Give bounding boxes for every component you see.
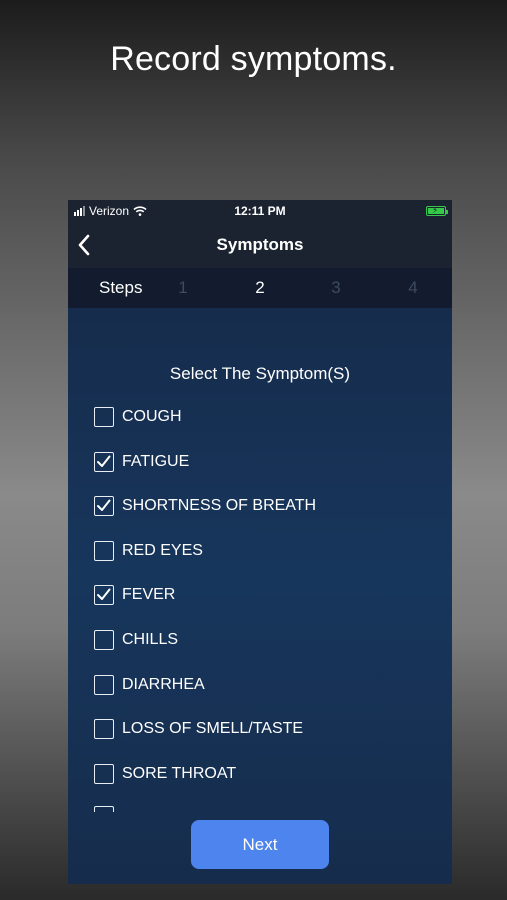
symptom-label: FEVER [122,586,176,604]
checkbox-checked[interactable] [94,451,114,472]
symptom-label: DIARRHEA [122,675,205,693]
checkmark-icon [97,455,111,467]
checkmark-icon [97,499,111,512]
symptom-label: FATIGUE [122,452,190,470]
step-2: 2 [255,278,265,297]
next-button[interactable]: Next [191,820,329,869]
symptom-label: RED EYES [122,541,203,559]
checkbox-unchecked[interactable] [94,719,114,740]
nav-bar: Symptoms [68,224,452,268]
symptom-row[interactable]: DIARRHEA [94,674,434,720]
symptom-row[interactable]: LOSS OF SMELL/TASTE [94,719,434,764]
section-heading: Select The Symptom(S) [169,364,351,383]
battery-charging-icon: ⚡ [426,205,448,216]
checkbox-unchecked[interactable] [94,763,114,784]
symptom-label: SORE THROAT [122,764,237,782]
steps-bar: Steps 1 2 3 4 [68,268,452,308]
checkbox-unchecked[interactable] [94,407,114,427]
step-1: 1 [178,278,188,297]
symptom-label: COUGH [122,408,182,425]
checkmark-icon [97,588,111,601]
step-4: 4 [408,278,418,297]
symptom-label: SHORTNESS OF BREATH [122,497,317,515]
page-title: Symptoms [216,235,304,254]
symptom-label: LOSS OF SMELL/TASTE [122,720,304,738]
symptom-row[interactable]: COUGH [94,407,434,452]
checkbox-unchecked[interactable] [94,540,114,561]
symptom-row[interactable]: FATIGUE [94,451,434,497]
symptom-row[interactable]: SHORTNESS OF BREATH [94,496,434,541]
marketing-title: Record symptoms. [110,40,397,78]
checkbox-unchecked[interactable] [94,674,114,695]
symptom-row[interactable]: SORE THROAT [94,763,434,809]
phone-screen: Verizon 12:11 PM ⚡ Symptoms Steps 1 2 3 … [68,200,452,884]
symptom-row[interactable]: RED EYES [94,540,434,586]
status-time: 12:11 PM [234,204,286,218]
steps-label: Steps [99,278,143,297]
symptom-row[interactable]: FEVER [94,585,434,630]
status-bar: Verizon 12:11 PM ⚡ [68,200,452,224]
symptom-list: COUGH FATIGUE SHORTNESS OF BREATH RED EYES F… [94,407,434,808]
checkbox-checked[interactable] [94,496,114,517]
symptom-label: CHILLS [122,630,179,648]
checkbox-unchecked[interactable] [94,629,114,650]
symptom-row[interactable]: CHILLS [94,629,434,675]
step-3: 3 [331,278,341,297]
partial-checkbox [94,806,118,812]
checkbox-checked[interactable] [94,585,114,606]
